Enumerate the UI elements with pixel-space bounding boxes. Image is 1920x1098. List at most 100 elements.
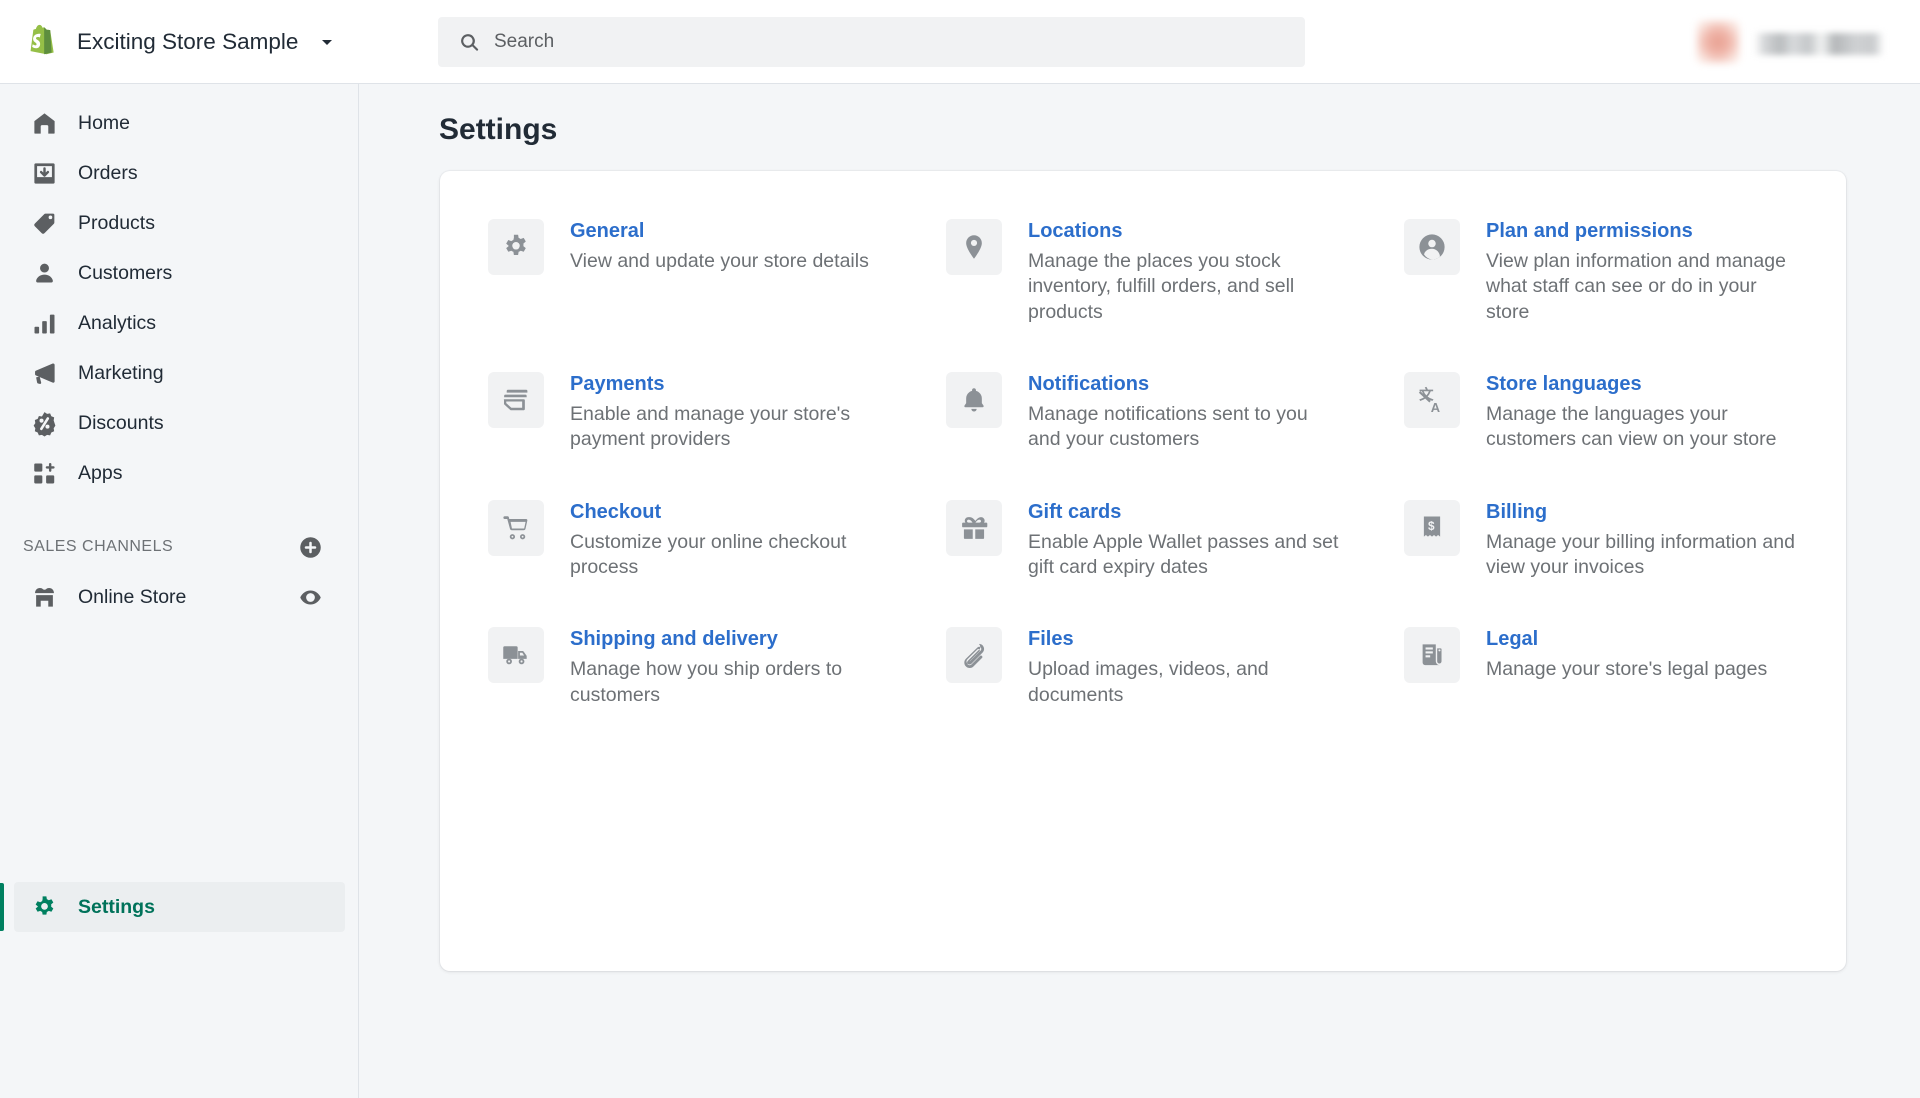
person-circle-icon [1404, 219, 1460, 275]
sidebar-item-settings[interactable]: Settings [0, 882, 345, 932]
sidebar-item-orders[interactable]: Orders [14, 148, 344, 198]
sidebar-item-products[interactable]: Products [14, 198, 344, 248]
store-switcher[interactable]: Exciting Store Sample [0, 0, 338, 84]
setting-text: Notifications Manage notifications sent … [1028, 369, 1340, 453]
setting-billing[interactable]: $ Billing Manage your billing informatio… [1404, 497, 1798, 625]
setting-description: View plan information and manage what st… [1486, 250, 1786, 323]
sidebar-item-label: Apps [78, 461, 123, 484]
setting-description: Upload images, videos, and documents [1028, 658, 1269, 706]
delivery-truck-icon [488, 627, 544, 684]
billing-receipt-icon: $ [1404, 499, 1460, 556]
setting-title-link[interactable]: Notifications [1028, 371, 1340, 398]
store-name: Exciting Store Sample [77, 28, 299, 54]
setting-payments[interactable]: Payments Enable and manage your store's … [488, 369, 882, 497]
sidebar-item-online-store[interactable]: Online Store [14, 572, 344, 622]
setting-description: Manage your store's legal pages [1486, 658, 1768, 681]
plus-circle-icon [299, 536, 321, 558]
sales-channels-title: SALES CHANNELS [23, 538, 174, 555]
gift-box-icon [946, 499, 1002, 556]
sidebar-item-customers[interactable]: Customers [14, 248, 344, 298]
legal-scroll-icon [1404, 627, 1460, 684]
eye-icon [299, 590, 321, 604]
setting-checkout[interactable]: Checkout Customize your online checkout … [488, 497, 882, 625]
setting-description: Manage the places you stock inventory, f… [1028, 250, 1295, 323]
setting-title-link[interactable]: Gift cards [1028, 499, 1340, 526]
top-bar: Exciting Store Sample Search [0, 0, 1920, 84]
setting-title-link[interactable]: Files [1028, 626, 1340, 653]
setting-shipping-and-delivery[interactable]: Shipping and delivery Manage how you shi… [488, 624, 882, 752]
bell-icon [946, 372, 1002, 429]
add-sales-channel-button[interactable] [296, 533, 324, 561]
sidebar-item-label: Orders [78, 161, 138, 184]
setting-legal[interactable]: Legal Manage your store's legal pages [1404, 624, 1798, 752]
sidebar-item-label: Products [78, 211, 155, 234]
setting-text: Plan and permissions View plan informati… [1486, 216, 1798, 325]
sidebar-item-label: Marketing [78, 361, 164, 384]
setting-text: Files Upload images, videos, and documen… [1028, 624, 1340, 708]
product-tag-icon [31, 210, 58, 237]
sidebar: Home Orders Products Customers Analytics… [0, 84, 359, 1098]
setting-title-link[interactable]: Checkout [570, 499, 882, 526]
sidebar-item-discounts[interactable]: Discounts [14, 398, 344, 448]
translate-icon: 文 A [1404, 372, 1460, 429]
setting-description: Manage how you ship orders to customers [570, 658, 843, 706]
gear-icon [488, 219, 544, 275]
credit-cards-icon [488, 372, 544, 429]
setting-description: Manage notifications sent to you and you… [1028, 403, 1308, 451]
location-pin-icon [946, 219, 1002, 275]
home-icon [31, 110, 58, 137]
settings-card: General View and update your store detai… [440, 171, 1846, 971]
setting-description: Enable and manage your store's payment p… [570, 403, 851, 451]
svg-text:A: A [1431, 400, 1440, 415]
preview-online-store-button[interactable] [296, 583, 324, 611]
setting-text: Billing Manage your billing information … [1486, 497, 1798, 581]
analytics-bar-chart-icon [31, 310, 58, 337]
setting-title-link[interactable]: Plan and permissions [1486, 218, 1798, 245]
setting-description: Manage the languages your customers can … [1486, 403, 1777, 451]
account-menu[interactable] [1696, 20, 1884, 64]
sidebar-item-apps[interactable]: Apps [14, 448, 344, 498]
setting-gift-cards[interactable]: Gift cards Enable Apple Wallet passes an… [946, 497, 1340, 625]
search-input[interactable]: Search [438, 17, 1305, 67]
setting-description: Customize your online checkout process [570, 530, 847, 579]
gear-icon [31, 894, 58, 921]
setting-locations[interactable]: Locations Manage the places you stock in… [946, 216, 1340, 369]
setting-plan-and-permissions[interactable]: Plan and permissions View plan informati… [1404, 216, 1798, 369]
setting-description: Enable Apple Wallet passes and set gift … [1028, 530, 1339, 579]
setting-notifications[interactable]: Notifications Manage notifications sent … [946, 369, 1340, 497]
setting-text: Checkout Customize your online checkout … [570, 497, 882, 581]
setting-text: General View and update your store detai… [570, 216, 869, 274]
sidebar-item-analytics[interactable]: Analytics [14, 298, 344, 348]
paperclip-icon [946, 627, 1002, 684]
sidebar-item-label: Analytics [78, 311, 157, 334]
search-icon [459, 32, 480, 53]
settings-grid: General View and update your store detai… [440, 171, 1846, 752]
setting-title-link[interactable]: Legal [1486, 626, 1767, 653]
setting-title-link[interactable]: Locations [1028, 218, 1340, 245]
marketing-megaphone-icon [31, 360, 58, 387]
setting-description: Manage your billing information and view… [1486, 530, 1795, 579]
setting-text: Gift cards Enable Apple Wallet passes an… [1028, 497, 1340, 581]
search-placeholder: Search [494, 31, 555, 52]
setting-title-link[interactable]: Shipping and delivery [570, 626, 882, 653]
search-field[interactable]: Search [438, 17, 1305, 67]
sidebar-item-home[interactable]: Home [14, 98, 344, 148]
setting-text: Legal Manage your store's legal pages [1486, 624, 1767, 682]
sidebar-settings-section: Settings [0, 882, 359, 932]
page-title: Settings [439, 113, 558, 146]
sidebar-item-marketing[interactable]: Marketing [14, 348, 344, 398]
setting-title-link[interactable]: Billing [1486, 499, 1798, 526]
main-content: Settings General View and update your st… [360, 84, 1920, 1098]
avatar [1696, 20, 1740, 64]
channel-label: Online Store [78, 585, 187, 608]
setting-title-link[interactable]: General [570, 218, 869, 245]
setting-description: View and update your store details [570, 250, 869, 272]
setting-title-link[interactable]: Payments [570, 371, 882, 398]
setting-files[interactable]: Files Upload images, videos, and documen… [946, 624, 1340, 752]
chevron-down-icon [317, 34, 335, 50]
setting-general[interactable]: General View and update your store detai… [488, 216, 882, 369]
shopify-bag-icon [22, 22, 58, 62]
account-name-redacted [1754, 33, 1884, 55]
setting-store-languages[interactable]: 文 A Store languages Manage the languages… [1404, 369, 1798, 497]
setting-title-link[interactable]: Store languages [1486, 371, 1798, 398]
